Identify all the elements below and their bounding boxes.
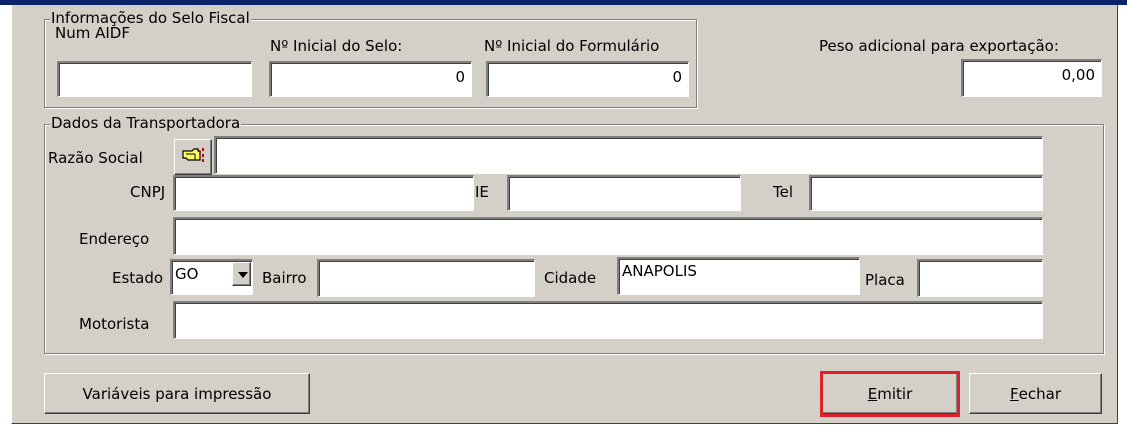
estado-value: GO (175, 265, 199, 283)
num-aidf-field[interactable] (57, 61, 252, 97)
peso-adicional-label: Peso adicional para exportação: (819, 37, 1059, 55)
chevron-down-icon (238, 272, 248, 278)
endereco-label: Endereço (79, 230, 150, 248)
ie-label: IE (475, 183, 489, 201)
estado-label: Estado (112, 269, 164, 287)
motorista-label: Motorista (79, 315, 150, 333)
bairro-field[interactable] (317, 259, 535, 297)
inicial-formulario-label: Nº Inicial do Formulário (484, 37, 660, 55)
transportadora-title: Dados da Transportadora (50, 114, 242, 132)
ie-field[interactable] (507, 175, 741, 211)
inicial-selo-label: Nº Inicial do Selo: (270, 37, 403, 55)
cnpj-field[interactable] (173, 175, 474, 211)
razao-social-label: Razão Social (48, 149, 143, 167)
tel-field[interactable] (809, 175, 1043, 211)
motorista-field[interactable] (173, 301, 1043, 339)
emitir-label-rest: mitir (877, 384, 913, 403)
inicial-selo-field[interactable]: 0 (269, 61, 472, 97)
bairro-label: Bairro (262, 269, 307, 287)
emitir-hotkey: E (867, 384, 878, 403)
cidade-field[interactable]: ANAPOLIS (617, 257, 860, 295)
pointing-hand-icon (181, 145, 205, 169)
razao-social-field[interactable] (214, 136, 1043, 174)
estado-dropdown-button[interactable] (232, 262, 251, 286)
fechar-hotkey: F (1010, 384, 1019, 403)
num-aidf-label: Num AIDF (55, 24, 130, 42)
inicial-formulario-field[interactable]: 0 (486, 61, 689, 97)
endereco-field[interactable] (173, 217, 1043, 255)
peso-adicional-field[interactable]: 0,00 (961, 59, 1102, 97)
placa-field[interactable] (917, 259, 1043, 297)
placa-label: Placa (865, 271, 905, 289)
dialog-panel: Informações do Selo Fiscal Num AIDF Nº I… (11, 5, 1118, 424)
cnpj-label: CNPJ (130, 183, 166, 201)
razao-social-lookup-button[interactable] (174, 139, 212, 175)
emitir-button[interactable]: Emitir (822, 373, 958, 414)
tel-label: Tel (773, 183, 794, 201)
variaveis-impressao-button[interactable]: Variáveis para impressão (44, 373, 310, 414)
fechar-button[interactable]: Fechar (969, 373, 1102, 414)
fechar-label-rest: echar (1018, 384, 1061, 403)
cidade-label: Cidade (544, 269, 597, 287)
